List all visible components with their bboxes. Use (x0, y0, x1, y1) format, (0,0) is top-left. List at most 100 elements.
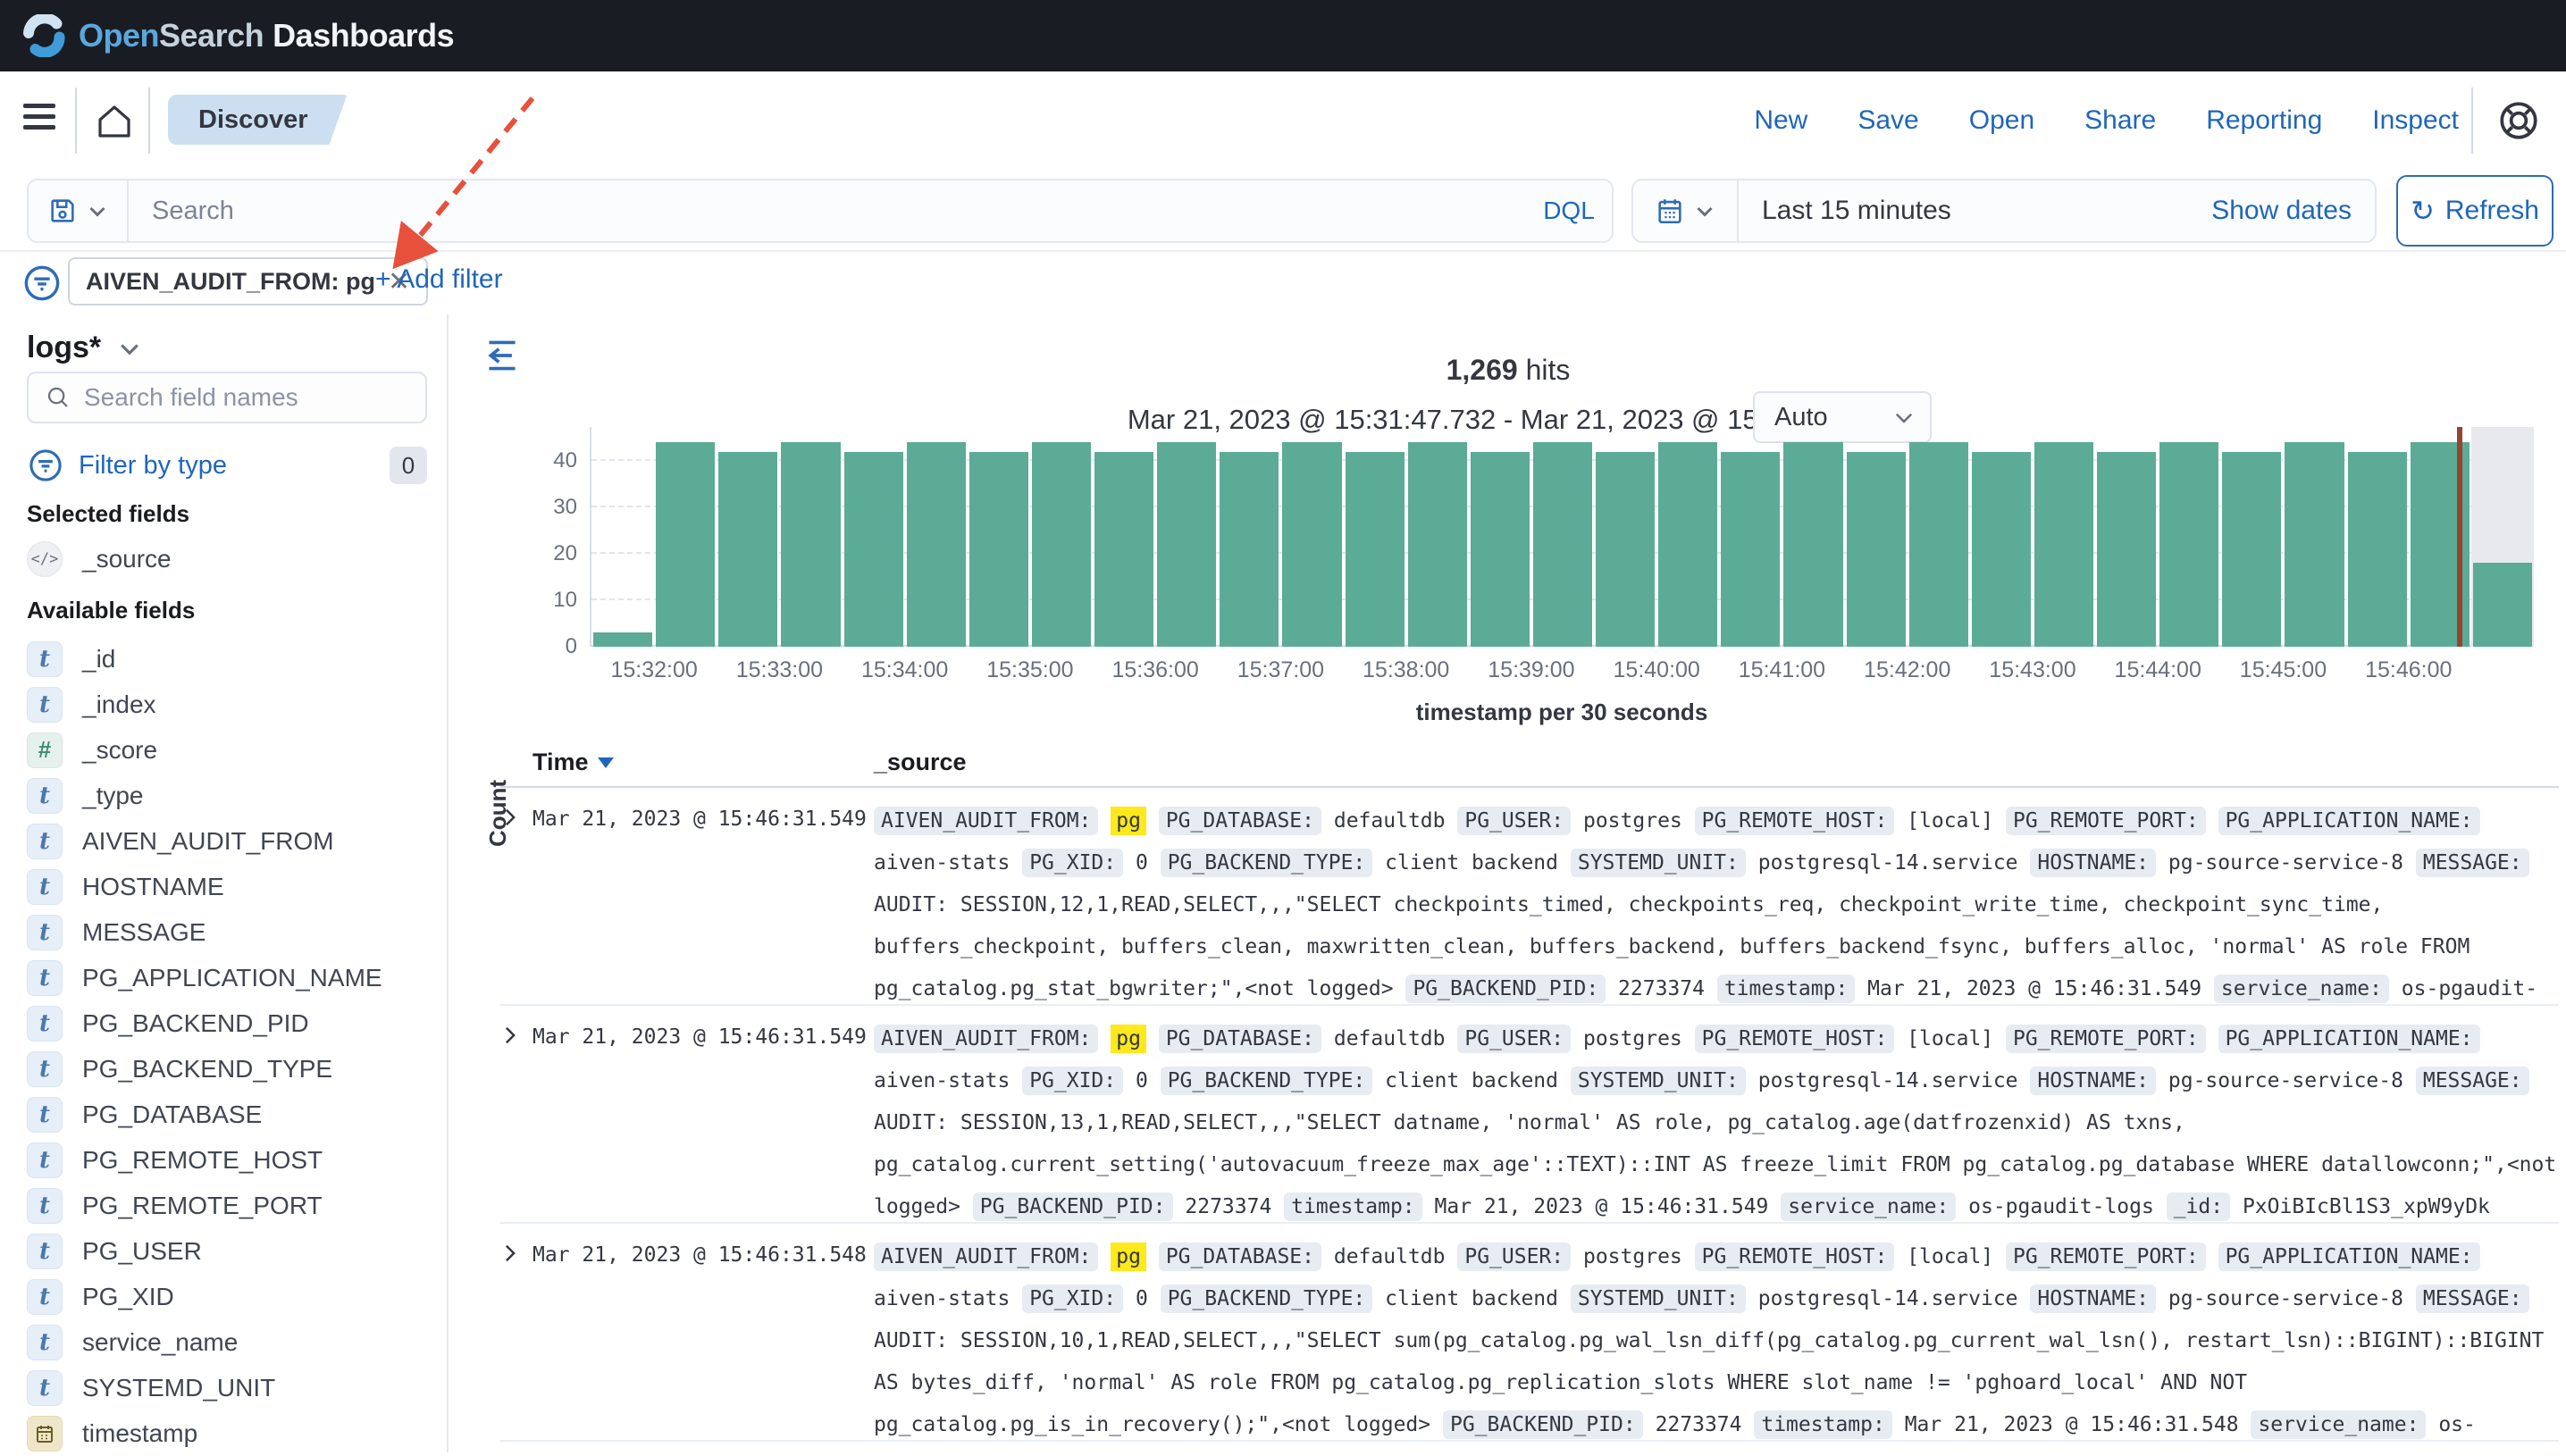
dql-toggle[interactable]: DQL (1526, 197, 1612, 225)
field-search-box (27, 372, 427, 423)
table-header: Time _source (500, 749, 2559, 788)
row-source: AIVEN_AUDIT_FROM: pg PG_DATABASE: defaul… (874, 800, 2559, 1004)
histogram-bar[interactable] (1157, 442, 1216, 647)
field-item-MESSAGE[interactable]: tMESSAGE (27, 909, 429, 955)
field-item-PG_APPLICATION_NAME[interactable]: tPG_APPLICATION_NAME (27, 955, 429, 1000)
field-item-SYSTEMD_UNIT[interactable]: tSYSTEMD_UNIT (27, 1365, 429, 1410)
histogram-bar[interactable] (1596, 452, 1655, 647)
y-tick-label: 20 (553, 541, 591, 566)
field-item-_type[interactable]: t_type (27, 773, 429, 818)
help-icon[interactable] (2496, 98, 2541, 143)
reporting-button[interactable]: Reporting (2206, 105, 2322, 136)
histogram-bar[interactable] (656, 442, 715, 647)
histogram-bar[interactable] (1658, 442, 1717, 647)
calendar-menu[interactable] (1633, 180, 1739, 241)
filter-menu-icon[interactable] (21, 263, 63, 304)
field-item-HOSTNAME[interactable]: tHOSTNAME (27, 864, 429, 909)
field-item-service_name[interactable]: tservice_name (27, 1319, 429, 1365)
histogram-bar[interactable] (2159, 442, 2218, 647)
histogram-bar[interactable] (781, 442, 840, 647)
field-item-_id[interactable]: t_id (27, 636, 429, 682)
inspect-button[interactable]: Inspect (2372, 105, 2459, 136)
breadcrumb-discover[interactable]: Discover (168, 95, 348, 145)
row-source: AIVEN_AUDIT_FROM: pg PG_DATABASE: defaul… (874, 1018, 2559, 1222)
histogram-bar[interactable] (1533, 442, 1592, 647)
histogram-chart[interactable]: 01020304015:32:0015:33:0015:34:0015:35:0… (590, 427, 2534, 647)
field-name: PG_XID (82, 1283, 174, 1311)
filter-pill-aiven-audit-from[interactable]: AIVEN_AUDIT_FROM: pg ✕ (68, 257, 428, 305)
histogram-bar[interactable] (907, 442, 966, 647)
expand-row-icon[interactable] (500, 800, 532, 1004)
histogram-bar[interactable] (1346, 452, 1405, 647)
filter-by-type[interactable]: Filter by type 0 (27, 447, 427, 484)
field-item-PG_DATABASE[interactable]: tPG_DATABASE (27, 1092, 429, 1137)
histogram-bar[interactable] (2097, 452, 2156, 647)
column-header-time[interactable]: Time (532, 749, 874, 786)
opensearch-logo[interactable]: OpenSearchDashboards (23, 14, 454, 57)
histogram-bar[interactable] (718, 452, 777, 647)
filter-type-icon (27, 447, 64, 484)
table-row: Mar 21, 2023 @ 15:46:31.549AIVEN_AUDIT_F… (500, 1006, 2559, 1224)
filter-type-count-badge: 0 (390, 447, 427, 484)
home-icon[interactable] (93, 100, 136, 143)
field-item-_index[interactable]: t_index (27, 682, 429, 727)
collapse-sidebar-icon[interactable] (482, 338, 522, 373)
chart-x-axis-label: timestamp per 30 seconds (590, 699, 2534, 726)
field-item-timestamp[interactable]: timestamp (27, 1410, 429, 1456)
histogram-bar[interactable] (1783, 442, 1842, 647)
saved-query-menu[interactable] (29, 180, 129, 241)
histogram-bar[interactable] (1471, 452, 1530, 647)
field-item-AIVEN_AUDIT_FROM[interactable]: tAIVEN_AUDIT_FROM (27, 818, 429, 864)
field-search-input[interactable] (84, 383, 388, 412)
date-picker: Last 15 minutes Show dates (1631, 179, 2377, 243)
show-dates-button[interactable]: Show dates (2211, 196, 2375, 226)
search-input[interactable] (129, 197, 1526, 226)
histogram-bar[interactable] (1094, 452, 1153, 647)
histogram-bar[interactable] (1032, 442, 1091, 647)
x-tick-label: 15:42:00 (1864, 657, 1950, 683)
field-item-PG_BACKEND_PID[interactable]: tPG_BACKEND_PID (27, 1000, 429, 1046)
save-button[interactable]: Save (1857, 105, 1918, 136)
refresh-button[interactable]: ↻ Refresh (2396, 175, 2553, 247)
field-item-PG_USER[interactable]: tPG_USER (27, 1228, 429, 1274)
histogram-bar[interactable] (1847, 452, 1906, 647)
source-field-badge: PG_APPLICATION_NAME: (2218, 1025, 2480, 1053)
source-field-badge: timestamp: (1754, 1410, 1891, 1439)
source-field-badge: MESSAGE: (2416, 1284, 2529, 1313)
string-type-icon: t (27, 1370, 63, 1406)
field-item-_score[interactable]: #_score (27, 727, 429, 773)
new-button[interactable]: New (1754, 105, 1807, 136)
open-button[interactable]: Open (1969, 105, 2034, 136)
menu-icon[interactable] (23, 104, 55, 130)
expand-row-icon[interactable] (500, 1018, 532, 1222)
histogram-bar[interactable] (2285, 442, 2344, 647)
source-field-badge: AIVEN_AUDIT_FROM: (874, 1025, 1098, 1053)
histogram-bar[interactable] (2348, 452, 2407, 647)
field-name: _id (82, 645, 115, 674)
share-button[interactable]: Share (2084, 105, 2156, 136)
histogram-bar[interactable] (2222, 452, 2281, 647)
field-item-PG_REMOTE_HOST[interactable]: tPG_REMOTE_HOST (27, 1137, 429, 1183)
histogram-bar[interactable] (2473, 563, 2532, 647)
field-item-PG_REMOTE_PORT[interactable]: tPG_REMOTE_PORT (27, 1183, 429, 1228)
histogram-bar[interactable] (1721, 452, 1780, 647)
histogram-bar[interactable] (1408, 442, 1467, 647)
field-item-PG_BACKEND_TYPE[interactable]: tPG_BACKEND_TYPE (27, 1046, 429, 1092)
histogram-bar[interactable] (844, 452, 903, 647)
histogram-bar[interactable] (2034, 442, 2093, 647)
index-pattern-selector[interactable]: logs* (27, 331, 142, 365)
histogram-bar[interactable] (1909, 442, 1968, 647)
source-field-badge: MESSAGE: (2416, 849, 2529, 877)
add-filter-button[interactable]: + Add filter (375, 264, 503, 295)
histogram-bar[interactable] (1220, 452, 1279, 647)
time-range-value[interactable]: Last 15 minutes (1739, 196, 2211, 226)
histogram-bar[interactable] (1282, 442, 1341, 647)
field-item-PG_XID[interactable]: tPG_XID (27, 1274, 429, 1319)
histogram-bar[interactable] (969, 452, 1028, 647)
histogram-bar[interactable] (593, 632, 652, 647)
histogram-bar[interactable] (1972, 452, 2031, 647)
source-field-badge: PG_XID: (1022, 849, 1123, 877)
available-fields-list: t_idt_index#_scoret_typetAIVEN_AUDIT_FRO… (27, 636, 429, 1456)
field-item-_source[interactable]: </>_source (27, 536, 429, 582)
expand-row-icon[interactable] (500, 1236, 532, 1440)
